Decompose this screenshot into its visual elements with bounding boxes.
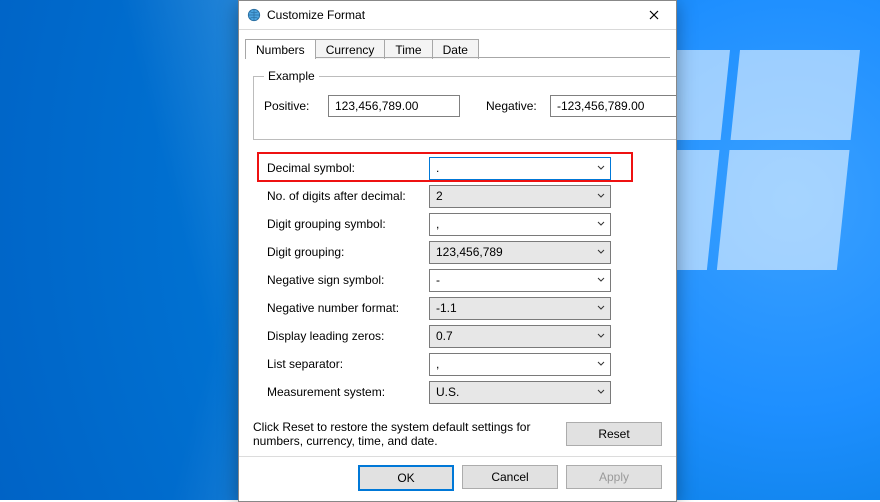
combo-list-separator[interactable]: ,	[429, 353, 611, 376]
customize-format-dialog: Customize Format Numbers Currency Time D…	[238, 0, 677, 502]
tab-currency[interactable]: Currency	[315, 39, 386, 59]
tab-strip: Numbers Currency Time Date	[239, 34, 676, 58]
positive-example: 123,456,789.00	[328, 95, 460, 117]
chevron-down-icon	[592, 220, 610, 228]
combo-digit-grouping-symbol[interactable]: ,	[429, 213, 611, 236]
close-icon	[649, 10, 659, 20]
negative-example: -123,456,789.00	[550, 95, 676, 117]
combo-digit-grouping[interactable]: 123,456,789	[429, 241, 611, 264]
row-negative-sign-symbol: Negative sign symbol: -	[267, 268, 662, 292]
apply-button[interactable]: Apply	[566, 465, 662, 489]
label-measurement-system: Measurement system:	[267, 385, 429, 399]
chevron-down-icon	[592, 248, 610, 256]
row-digits-after-decimal: No. of digits after decimal: 2	[267, 184, 662, 208]
combo-negative-sign-symbol[interactable]: -	[429, 269, 611, 292]
row-measurement-system: Measurement system: U.S.	[267, 380, 662, 404]
row-negative-number-format: Negative number format: -1.1	[267, 296, 662, 320]
label-negative-number-format: Negative number format:	[267, 301, 429, 315]
chevron-down-icon	[592, 360, 610, 368]
tab-panel-numbers: Example Positive: 123,456,789.00 Negativ…	[239, 59, 676, 456]
tab-numbers[interactable]: Numbers	[245, 39, 316, 59]
combo-display-leading-zeros[interactable]: 0.7	[429, 325, 611, 348]
label-decimal-symbol: Decimal symbol:	[267, 161, 429, 175]
label-list-separator: List separator:	[267, 357, 429, 371]
ok-button[interactable]: OK	[358, 465, 454, 491]
combo-negative-number-format[interactable]: -1.1	[429, 297, 611, 320]
chevron-down-icon	[592, 304, 610, 312]
example-legend: Example	[264, 69, 319, 83]
reset-button[interactable]: Reset	[566, 422, 662, 446]
row-digit-grouping-symbol: Digit grouping symbol: ,	[267, 212, 662, 236]
combo-measurement-system[interactable]: U.S.	[429, 381, 611, 404]
label-digits-after-decimal: No. of digits after decimal:	[267, 189, 429, 203]
row-decimal-symbol: Decimal symbol: .	[267, 156, 662, 180]
positive-label: Positive:	[264, 99, 320, 113]
row-digit-grouping: Digit grouping: 123,456,789	[267, 240, 662, 264]
combo-digits-after-decimal[interactable]: 2	[429, 185, 611, 208]
titlebar[interactable]: Customize Format	[239, 1, 676, 30]
chevron-down-icon	[592, 192, 610, 200]
chevron-down-icon	[592, 276, 610, 284]
window-title: Customize Format	[267, 8, 365, 22]
close-button[interactable]	[634, 1, 674, 29]
label-digit-grouping: Digit grouping:	[267, 245, 429, 259]
row-list-separator: List separator: ,	[267, 352, 662, 376]
chevron-down-icon	[592, 164, 610, 172]
tab-time[interactable]: Time	[384, 39, 432, 59]
label-negative-sign-symbol: Negative sign symbol:	[267, 273, 429, 287]
reset-hint: Click Reset to restore the system defaul…	[253, 420, 548, 448]
tab-date[interactable]: Date	[432, 39, 479, 59]
chevron-down-icon	[592, 388, 610, 396]
example-group: Example Positive: 123,456,789.00 Negativ…	[253, 69, 676, 140]
row-display-leading-zeros: Display leading zeros: 0.7	[267, 324, 662, 348]
label-display-leading-zeros: Display leading zeros:	[267, 329, 429, 343]
cancel-button[interactable]: Cancel	[462, 465, 558, 489]
globe-icon	[247, 8, 261, 22]
dialog-buttons: OK Cancel Apply	[239, 456, 676, 501]
negative-label: Negative:	[486, 99, 542, 113]
combo-decimal-symbol[interactable]: .	[429, 157, 611, 180]
chevron-down-icon	[592, 332, 610, 340]
label-digit-grouping-symbol: Digit grouping symbol:	[267, 217, 429, 231]
number-settings: Decimal symbol: . No. of digits after de…	[253, 154, 662, 408]
